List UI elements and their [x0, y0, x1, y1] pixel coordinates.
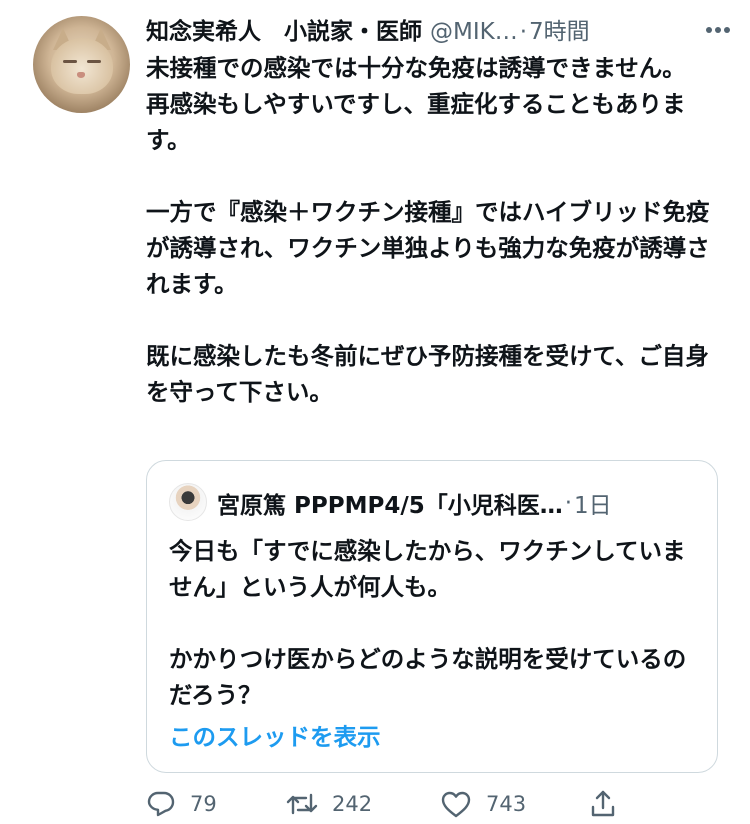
author-name[interactable]: 知念実希人 小説家・医師 [146, 12, 422, 52]
quoted-author-avatar[interactable] [169, 483, 207, 521]
author-avatar[interactable] [33, 16, 130, 113]
tweet[interactable]: 知念実希人 小説家・医師 @MIK… · 7時間 未接種での感染では十分な免疫は… [0, 0, 750, 819]
separator-dot: · [519, 19, 528, 45]
share-button[interactable] [588, 784, 618, 824]
reply-icon [146, 789, 176, 819]
heart-icon [440, 789, 472, 819]
tweet-time[interactable]: 7時間 [529, 12, 590, 52]
quoted-tweet-header: 宮原篤 PPPMP4/5「小児科医… · 1日 [217, 483, 707, 523]
tweet-actions: 79 242 743 [146, 784, 736, 824]
reply-button[interactable]: 79 [146, 784, 217, 824]
cat-face [51, 38, 113, 94]
tweet-text: 未接種での感染では十分な免疫は誘導できません。 再感染もしやすいですし、重症化す… [146, 54, 710, 406]
share-icon [588, 789, 618, 819]
tweet-header: 知念実希人 小説家・医師 @MIK… · 7時間 [146, 12, 736, 52]
retweet-button[interactable]: 242 [286, 784, 372, 824]
like-button[interactable]: 743 [440, 784, 526, 824]
retweet-icon [286, 789, 318, 819]
quoted-author-name[interactable]: 宮原篤 PPPMP4/5「小児科医… [217, 486, 563, 520]
quoted-tweet-time[interactable]: 1日 [574, 486, 612, 520]
cat-eye-left [63, 60, 77, 63]
author-handle[interactable]: @MIK… [430, 12, 518, 52]
quoted-tweet[interactable]: 宮原篤 PPPMP4/5「小児科医… · 1日 今日も「すでに感染したから、ワク… [146, 460, 718, 773]
show-thread-link[interactable]: このスレッドを表示 [169, 719, 381, 755]
cat-eye-right [87, 60, 101, 63]
reply-count: 79 [190, 792, 217, 816]
quoted-tweet-text: 今日も「すでに感染したから、ワクチンしていません」という人が何人も。 かかりつけ… [169, 537, 687, 709]
separator-dot: · [564, 490, 573, 516]
like-count: 743 [486, 792, 527, 816]
retweet-count: 242 [332, 792, 373, 816]
more-icon[interactable] [700, 12, 736, 48]
cat-nose [77, 72, 85, 78]
